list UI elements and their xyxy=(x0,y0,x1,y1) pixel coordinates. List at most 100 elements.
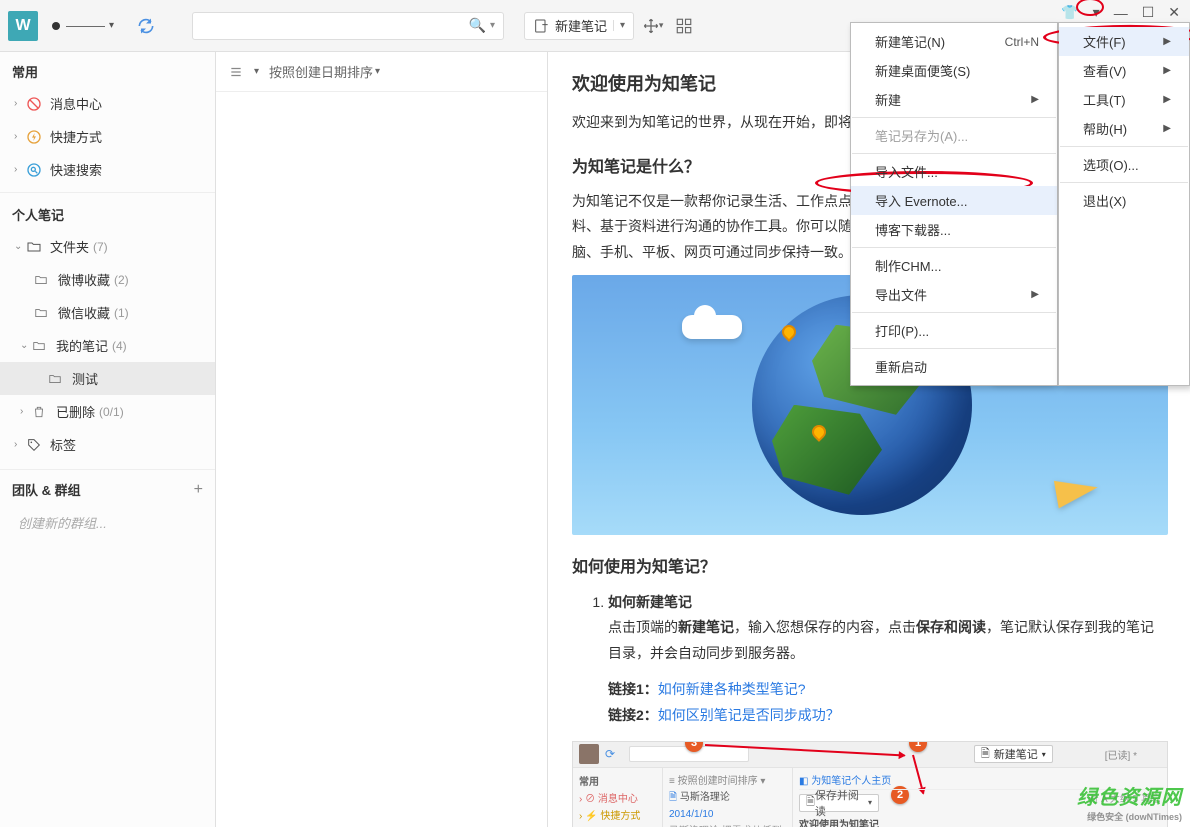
menu-trigger-icon[interactable]: ▾ xyxy=(1093,4,1100,21)
sidebar: 常用 › 消息中心 › 快捷方式 › 快速搜索 个人笔记 ⌄ 文件夹 (7) 微… xyxy=(0,52,216,827)
create-group-placeholder[interactable]: 创建新的群组... xyxy=(0,505,215,540)
folder-icon xyxy=(48,372,66,386)
sidebar-item-tags[interactable]: › 标签 xyxy=(0,428,215,461)
menu-import-evernote[interactable]: 导入 Evernote... xyxy=(851,186,1057,215)
menu-blog-downloader[interactable]: 博客下载器... xyxy=(851,215,1057,244)
howto-step-1-desc: 点击顶端的新建笔记，输入您想保存的内容，点击保存和阅读，笔记默认保存到我的笔记目… xyxy=(608,615,1166,665)
menu-make-chm[interactable]: 制作CHM... xyxy=(851,251,1057,280)
sidebar-item-weixin[interactable]: 微信收藏 (1) xyxy=(0,296,215,329)
menu-separator xyxy=(852,153,1056,154)
folder-icon xyxy=(32,339,50,353)
user-dot-icon xyxy=(52,22,60,30)
menu-separator xyxy=(1060,182,1188,183)
link-how-create[interactable]: 如何新建各种类型笔记? xyxy=(658,681,806,697)
search-icon[interactable]: 🔍 xyxy=(469,17,486,34)
sidebar-section-personal: 个人笔记 xyxy=(0,192,215,230)
submenu-arrow-icon: ▶ xyxy=(1163,65,1171,76)
sidebar-item-shortcuts[interactable]: › 快捷方式 xyxy=(0,120,215,153)
expand-arrow-icon: › xyxy=(20,406,32,417)
new-note-button[interactable]: 新建笔记 ▾ xyxy=(524,12,634,40)
embedded-screenshot: 1 2 3 ⟳ 🗎 新建笔记 ▾ [已读] * 常用 › ⊘ 消息中心 › ⚡ … xyxy=(572,741,1168,827)
menu-options[interactable]: 选项(O)... xyxy=(1059,150,1189,179)
search-input[interactable] xyxy=(201,18,469,33)
search-dropdown-icon[interactable]: ▾ xyxy=(490,20,495,31)
sync-button[interactable] xyxy=(136,16,156,36)
link-how-sync[interactable]: 如何区别笔记是否同步成功？ xyxy=(658,707,840,723)
submenu-arrow-icon: ▶ xyxy=(1163,94,1171,105)
link-row-1: 链接1：如何新建各种类型笔记? xyxy=(608,676,1166,703)
add-group-button[interactable]: + xyxy=(194,481,203,499)
folder-icon xyxy=(34,306,52,320)
sidebar-item-mynotes[interactable]: ⌄ 我的笔记 (4) xyxy=(0,329,215,362)
menu-save-as: 笔记另存为(A)... xyxy=(851,121,1057,150)
new-note-label: 新建笔记 xyxy=(555,16,607,35)
notes-sort-bar[interactable]: ▾ 按照创建日期排序 ▾ xyxy=(216,52,547,92)
close-button[interactable]: ✕ xyxy=(1168,4,1180,21)
move-tool-button[interactable]: ▾ xyxy=(638,12,666,40)
howto-step-1: 如何新建笔记 xyxy=(608,589,1166,616)
search-box[interactable]: 🔍 ▾ xyxy=(192,12,504,40)
no-entry-icon xyxy=(26,96,44,112)
submenu-arrow-icon: ▶ xyxy=(1163,123,1171,134)
bolt-icon xyxy=(26,129,44,145)
menu-file[interactable]: 文件(F)▶ xyxy=(1059,27,1189,56)
sidebar-item-deleted[interactable]: › 已删除 (0/1) xyxy=(0,395,215,428)
sidebar-item-test[interactable]: 测试 xyxy=(0,362,215,395)
menu-separator xyxy=(1060,146,1188,147)
menu-print[interactable]: 打印(P)... xyxy=(851,316,1057,345)
menu-separator xyxy=(852,247,1056,248)
minimize-button[interactable]: — xyxy=(1114,5,1128,21)
cloud-icon xyxy=(682,315,742,339)
new-note-icon xyxy=(533,18,549,34)
sidebar-item-folders[interactable]: ⌄ 文件夹 (7) xyxy=(0,230,215,263)
menu-help[interactable]: 帮助(H)▶ xyxy=(1059,114,1189,143)
title-bar: W ——— ▾ 🔍 ▾ 新建笔记 ▾ ▾ 👕 ▾ — ☐ ✕ xyxy=(0,0,1190,52)
menu-restart[interactable]: 重新启动 xyxy=(851,352,1057,381)
menu-export[interactable]: 导出文件▶ xyxy=(851,280,1057,309)
sidebar-item-weibo[interactable]: 微博收藏 (2) xyxy=(0,263,215,296)
mini-new-note-btn: 🗎 新建笔记 ▾ xyxy=(974,745,1053,763)
grid-icon xyxy=(675,17,693,35)
submenu-arrow-icon: ▶ xyxy=(1031,94,1039,105)
paper-plane-icon xyxy=(1054,473,1100,508)
menu-separator xyxy=(852,117,1056,118)
sidebar-item-quicksearch[interactable]: › 快速搜索 xyxy=(0,153,215,186)
expand-arrow-icon: › xyxy=(14,439,26,450)
submenu-arrow-icon: ▶ xyxy=(1163,36,1171,47)
move-icon xyxy=(641,16,661,36)
grid-view-button[interactable] xyxy=(670,12,698,40)
menu-separator xyxy=(852,348,1056,349)
menu-view[interactable]: 查看(V)▶ xyxy=(1059,56,1189,85)
folder-icon xyxy=(34,273,52,287)
mini-avatar xyxy=(579,744,599,764)
menu-new-sticky[interactable]: 新建桌面便笺(S) xyxy=(851,56,1057,85)
notes-column: ▾ 按照创建日期排序 ▾ xyxy=(216,52,548,827)
link-row-2: 链接2：如何区别笔记是否同步成功？ xyxy=(608,702,1166,729)
main-menu: 文件(F)▶ 查看(V)▶ 工具(T)▶ 帮助(H)▶ 选项(O)... 退出(… xyxy=(1058,22,1190,386)
search-circle-icon xyxy=(26,162,44,178)
sync-icon xyxy=(136,16,156,36)
sidebar-section-team: 团队 & 群组 + xyxy=(0,469,215,505)
sidebar-item-msgcenter[interactable]: › 消息中心 xyxy=(0,87,215,120)
menu-import-file[interactable]: 导入文件... xyxy=(851,157,1057,186)
chevron-down-icon: ▾ xyxy=(109,20,114,31)
chevron-down-icon: ▾ xyxy=(375,66,380,77)
skin-icon[interactable]: 👕 xyxy=(1061,4,1078,21)
collapse-arrow-icon: ⌄ xyxy=(14,241,26,252)
file-submenu: 新建笔记(N)Ctrl+N 新建桌面便笺(S) 新建▶ 笔记另存为(A)... … xyxy=(850,22,1058,386)
list-icon xyxy=(228,65,244,79)
app-badge: W xyxy=(8,11,38,41)
tag-icon xyxy=(26,437,44,453)
maximize-button[interactable]: ☐ xyxy=(1142,4,1155,21)
chevron-down-icon: ▾ xyxy=(254,66,259,77)
user-dropdown[interactable]: ——— ▾ xyxy=(46,14,120,37)
folder-icon xyxy=(26,239,44,255)
menu-tools[interactable]: 工具(T)▶ xyxy=(1059,85,1189,114)
menu-exit[interactable]: 退出(X) xyxy=(1059,186,1189,215)
expand-arrow-icon: › xyxy=(14,131,26,142)
menu-new[interactable]: 新建▶ xyxy=(851,85,1057,114)
submenu-arrow-icon: ▶ xyxy=(1031,289,1039,300)
mini-sync-icon: ⟳ xyxy=(605,747,615,761)
menu-new-note[interactable]: 新建笔记(N)Ctrl+N xyxy=(851,27,1057,56)
new-note-dropdown-icon[interactable]: ▾ xyxy=(613,20,625,31)
